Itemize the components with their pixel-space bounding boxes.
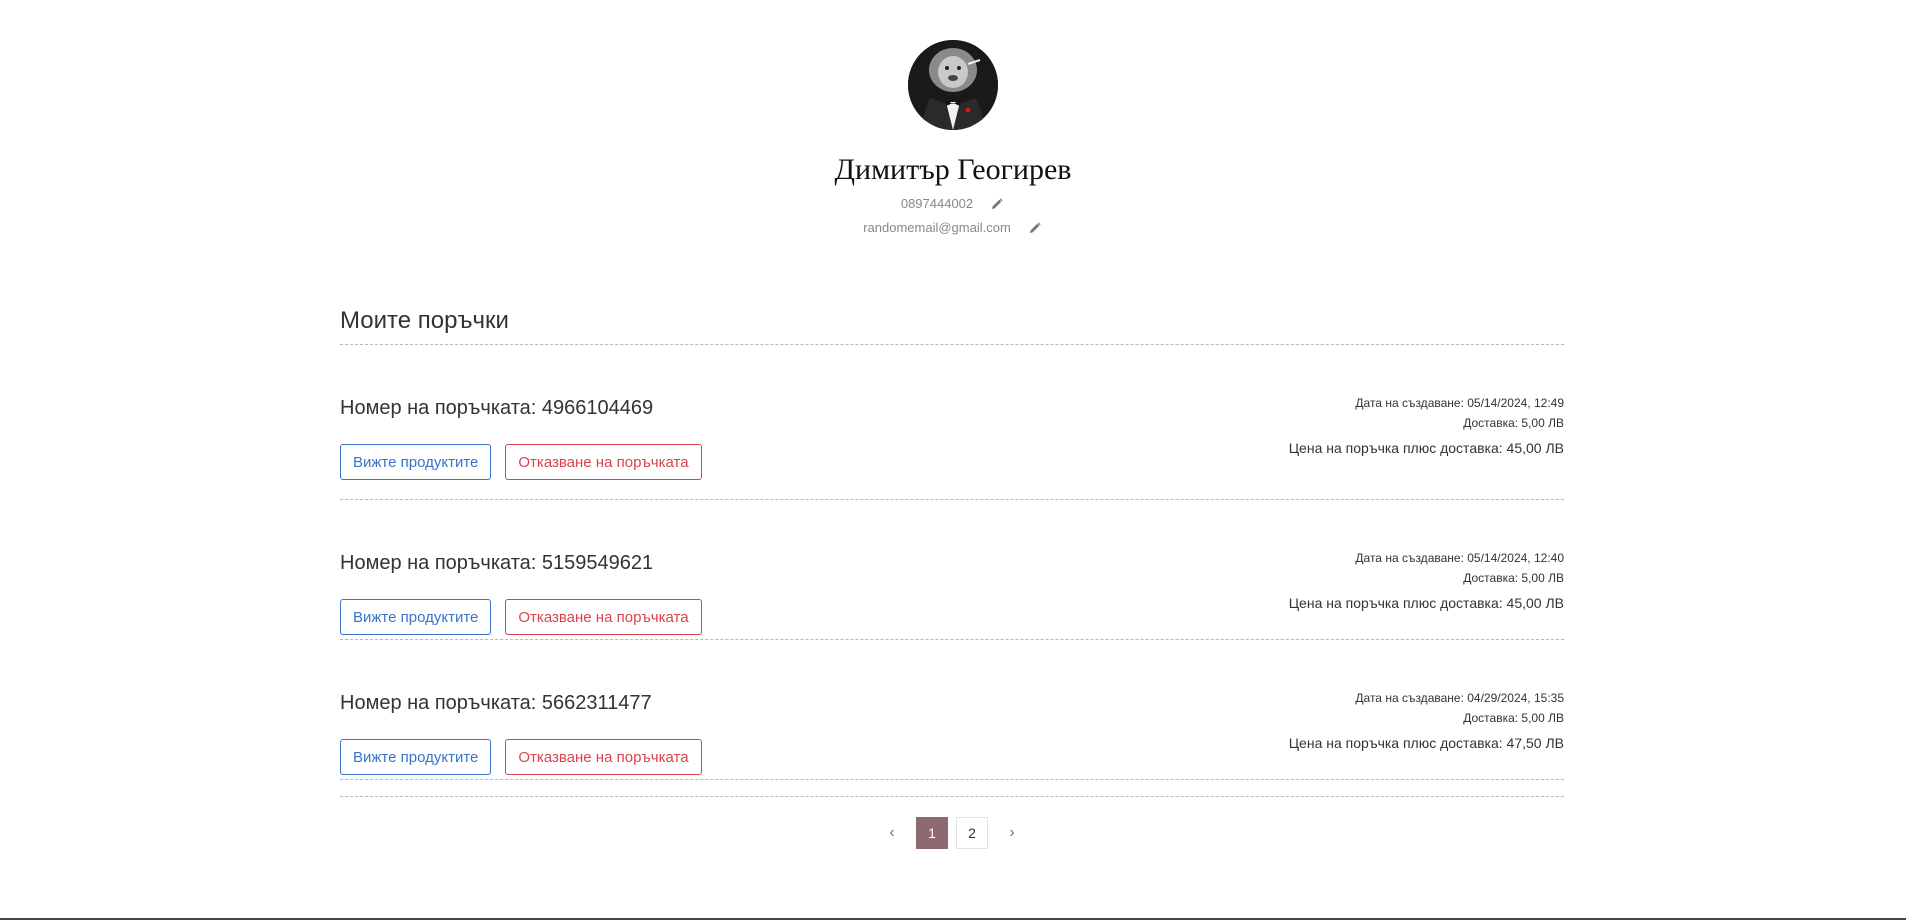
phone-value: 0897444002 bbox=[900, 196, 974, 211]
orders-title: Моите поръчки bbox=[340, 300, 1564, 345]
order-total-price: Цена на поръчка плюс доставка: 47,50 ЛВ bbox=[1288, 735, 1564, 751]
page-button-1[interactable]: 1 bbox=[916, 817, 948, 849]
order-number: Номер на поръчката: 5662311477 bbox=[340, 692, 652, 714]
email-row: randomemail@gmail.com bbox=[0, 220, 1906, 236]
order-created-date: Дата на създаване: 05/14/2024, 12:49 bbox=[1355, 396, 1564, 410]
order-item: Номер на поръчката: 4966104469 Вижте про… bbox=[340, 345, 1564, 500]
order-delivery-price: Доставка: 5,00 ЛВ bbox=[1463, 571, 1564, 585]
next-page-chevron-right-icon[interactable]: › bbox=[996, 817, 1028, 849]
profile-name: Димитър Геогирев bbox=[834, 153, 1072, 186]
pagination: ‹ 1 2 › bbox=[340, 817, 1564, 849]
lion-avatar-icon bbox=[908, 40, 998, 130]
order-item: Номер на поръчката: 5662311477 Вижте про… bbox=[340, 640, 1564, 780]
order-meta: Дата на създаване: 05/14/2024, 12:40 Дос… bbox=[1289, 548, 1564, 613]
order-created-date: Дата на създаване: 05/14/2024, 12:40 bbox=[1355, 551, 1564, 565]
order-delivery-price: Доставка: 5,00 ЛВ bbox=[1463, 711, 1564, 725]
avatar bbox=[908, 40, 998, 130]
profile-page: Димитър Геогирев 0897444002 randomemail@… bbox=[0, 0, 1906, 920]
order-meta: Дата на създаване: 04/29/2024, 15:35 Дос… bbox=[1289, 688, 1564, 753]
edit-email-pencil-icon[interactable] bbox=[1027, 220, 1043, 236]
orders-section: Моите поръчки Номер на поръчката: 496610… bbox=[340, 300, 1564, 849]
order-actions: Вижте продуктите Отказване на поръчката bbox=[340, 739, 702, 775]
cancel-order-button[interactable]: Отказване на поръчката bbox=[505, 444, 702, 480]
order-total-price: Цена на поръчка плюс доставка: 45,00 ЛВ bbox=[1288, 595, 1564, 611]
order-actions: Вижте продуктите Отказване на поръчката bbox=[340, 444, 702, 480]
order-actions: Вижте продуктите Отказване на поръчката bbox=[340, 599, 702, 635]
profile-header: Димитър Геогирев 0897444002 randomemail@… bbox=[0, 40, 1906, 236]
order-item: Номер на поръчката: 5159549621 Вижте про… bbox=[340, 500, 1564, 640]
order-delivery-price: Доставка: 5,00 ЛВ bbox=[1463, 416, 1564, 430]
pagination-divider bbox=[340, 780, 1564, 797]
edit-phone-pencil-icon[interactable] bbox=[989, 196, 1005, 212]
order-meta: Дата на създаване: 05/14/2024, 12:49 Дос… bbox=[1289, 393, 1564, 458]
phone-row: 0897444002 bbox=[0, 196, 1906, 212]
prev-page-chevron-left-icon[interactable]: ‹ bbox=[876, 817, 908, 849]
view-products-button[interactable]: Вижте продуктите bbox=[340, 444, 492, 480]
order-created-date: Дата на създаване: 04/29/2024, 15:35 bbox=[1355, 691, 1564, 705]
view-products-button[interactable]: Вижте продуктите bbox=[340, 599, 492, 635]
cancel-order-button[interactable]: Отказване на поръчката bbox=[505, 599, 702, 635]
view-products-button[interactable]: Вижте продуктите bbox=[340, 739, 492, 775]
order-number: Номер на поръчката: 5159549621 bbox=[340, 552, 654, 574]
email-value: randomemail@gmail.com bbox=[863, 220, 1011, 235]
order-total-price: Цена на поръчка плюс доставка: 45,00 ЛВ bbox=[1288, 440, 1564, 456]
cancel-order-button[interactable]: Отказване на поръчката bbox=[505, 739, 702, 775]
page-button-2[interactable]: 2 bbox=[956, 817, 988, 849]
order-number: Номер на поръчката: 4966104469 bbox=[340, 397, 654, 419]
